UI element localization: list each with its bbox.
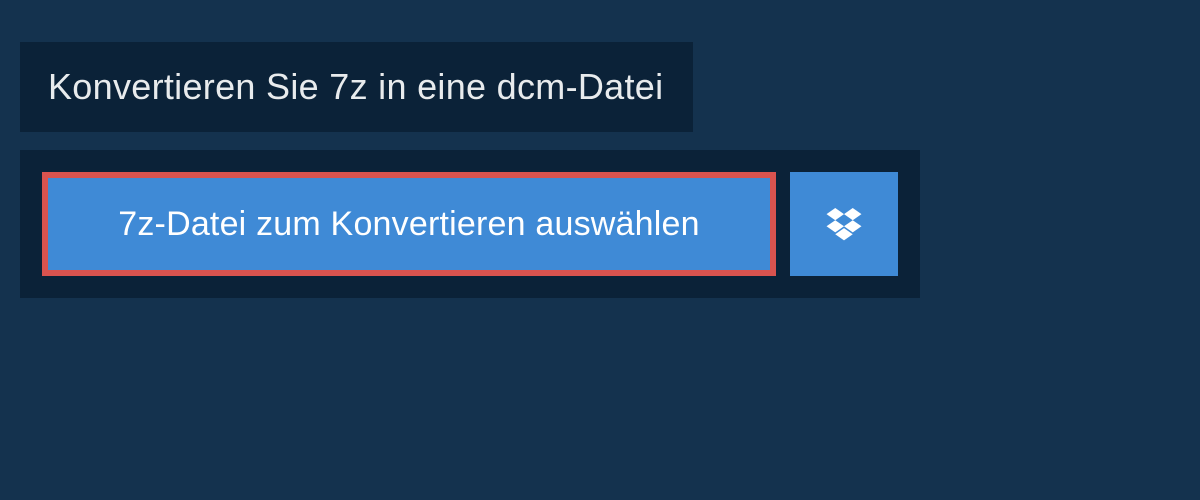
page-title: Konvertieren Sie 7z in eine dcm-Datei	[48, 66, 663, 108]
select-file-label: 7z-Datei zum Konvertieren auswählen	[118, 205, 700, 244]
dropbox-button[interactable]	[790, 172, 898, 276]
header-bar: Konvertieren Sie 7z in eine dcm-Datei	[20, 42, 693, 132]
button-panel: 7z-Datei zum Konvertieren auswählen	[20, 150, 920, 298]
select-file-button[interactable]: 7z-Datei zum Konvertieren auswählen	[42, 172, 776, 276]
dropbox-icon	[825, 205, 863, 243]
